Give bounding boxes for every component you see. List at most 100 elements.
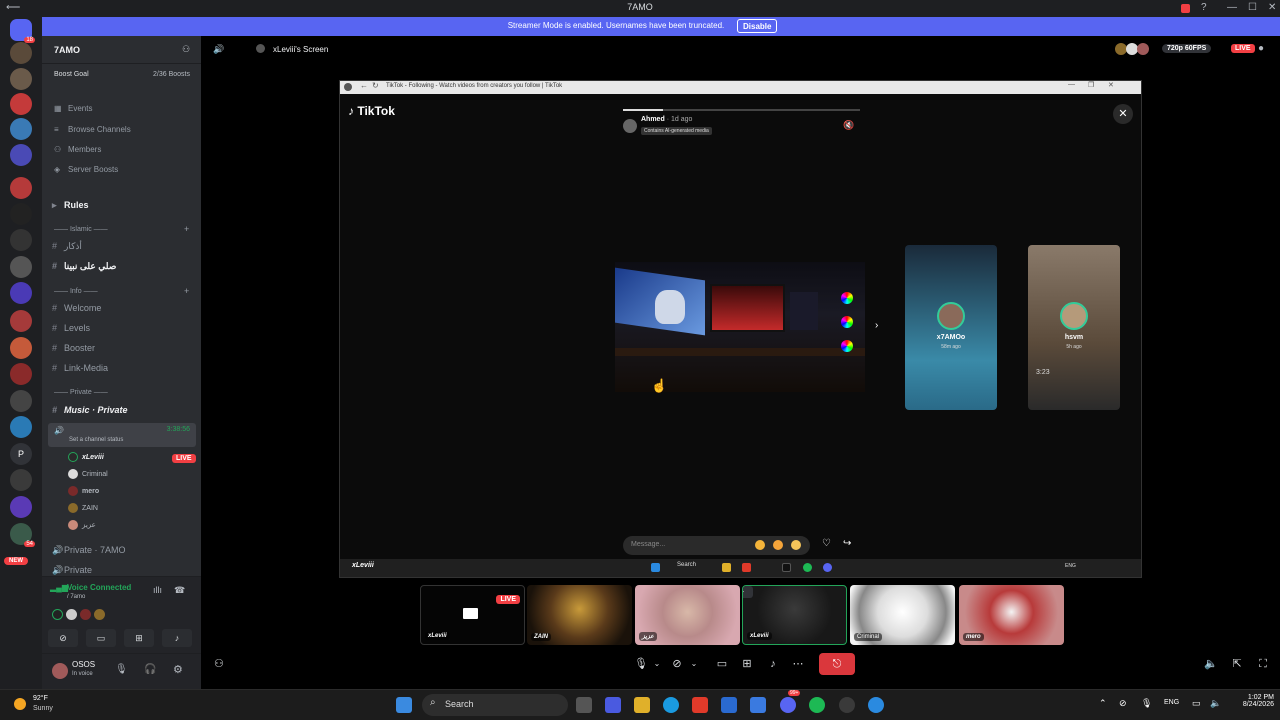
participant-tile[interactable]: LIVE xLeviii	[420, 585, 525, 645]
display-icon[interactable]: ▭	[1192, 698, 1201, 709]
category-private[interactable]: —— Private ——	[54, 389, 108, 396]
add-member-icon[interactable]: ⚇	[182, 44, 190, 55]
server-icon[interactable]	[10, 496, 32, 518]
camera-off-button[interactable]: ⊘	[48, 629, 78, 647]
server-icon[interactable]	[10, 337, 32, 359]
boost-goal[interactable]: Boost Goal 2/36 Boosts	[50, 69, 194, 83]
microphone-icon[interactable]: 🎙	[1141, 698, 1152, 709]
activities-icon[interactable]: ⊞	[740, 654, 754, 674]
server-icon[interactable]	[10, 282, 32, 304]
app-icon[interactable]	[868, 697, 884, 713]
video-player[interactable]	[615, 262, 865, 392]
category-info[interactable]: —— Info ——	[54, 288, 98, 295]
channel-private-7amo[interactable]: 🔊Private · 7AMO	[52, 545, 126, 556]
noise-suppression-icon[interactable]: ıllı	[153, 585, 162, 595]
mute-icon[interactable]: 🔇	[843, 120, 854, 131]
popout-icon[interactable]: ⇱	[1230, 654, 1244, 674]
post-author[interactable]: Ahmed · 1d ago Contains AI-generated med…	[623, 116, 863, 136]
volume-icon[interactable]: 🔈	[1204, 654, 1218, 674]
voice-user[interactable]: Criminal	[68, 469, 108, 481]
screen-share-icon[interactable]: ▭	[715, 654, 729, 674]
server-icon[interactable]	[10, 93, 32, 115]
server-icon[interactable]: 54	[10, 523, 35, 547]
server-icon[interactable]	[10, 363, 32, 385]
participant-tile[interactable]: ZAIN	[527, 585, 632, 645]
story-card[interactable]: hsvm 5h ago 3:23	[1028, 245, 1120, 410]
voice-user[interactable]: عزيز	[68, 520, 96, 532]
channel-link-media[interactable]: # Link-Media	[52, 363, 108, 373]
participant-tile[interactable]: mero	[959, 585, 1064, 645]
soundboard-icon[interactable]: ♪	[766, 654, 780, 674]
restore-icon[interactable]: ❐	[1088, 81, 1094, 89]
channel-booster[interactable]: # Booster	[52, 343, 95, 353]
emoji-laugh-icon[interactable]	[773, 540, 783, 550]
outlook-icon[interactable]	[750, 697, 766, 713]
shared-screen[interactable]: ← ↻ TikTok - Following - Watch videos fr…	[339, 80, 1142, 578]
channel-music-private[interactable]: # Music · Private	[52, 405, 128, 415]
participant-tile[interactable]: Criminal	[850, 585, 955, 645]
add-channel-icon[interactable]: +	[184, 286, 189, 296]
close-button[interactable]: ✕	[1268, 2, 1276, 13]
nav-members[interactable]: ⚇ Members	[54, 145, 101, 154]
minimize-icon[interactable]: —	[1068, 81, 1075, 88]
channel-private[interactable]: 🔊Private	[52, 565, 92, 576]
tiktok-logo[interactable]: ♪ TikTok	[348, 104, 395, 118]
edge-icon[interactable]	[663, 697, 679, 713]
more-options-icon[interactable]: ⋯	[791, 654, 805, 674]
discord-icon[interactable]: 99+	[780, 690, 801, 713]
next-arrow-icon[interactable]: ›	[875, 320, 878, 331]
server-icon[interactable]	[10, 68, 32, 90]
server-icon[interactable]	[10, 177, 32, 199]
obs-icon[interactable]	[839, 697, 855, 713]
server-icon[interactable]	[10, 256, 32, 278]
invite-icon[interactable]: ⚇	[214, 654, 224, 674]
settings-gear-icon[interactable]: ⚙	[173, 663, 183, 676]
inbox-icon[interactable]	[1181, 4, 1190, 13]
camera-off-icon[interactable]: ⊘	[670, 654, 684, 674]
viewer-avatar[interactable]	[1137, 43, 1149, 55]
chevron-down-icon[interactable]: ⌄	[743, 586, 753, 598]
help-icon[interactable]: ?	[1201, 2, 1207, 13]
server-icon[interactable]	[10, 118, 32, 140]
participant-tile[interactable]: ⌄ xLeviii	[742, 585, 847, 645]
microphone-icon[interactable]: 🎙	[634, 654, 648, 674]
spotify-icon[interactable]	[809, 697, 825, 713]
task-view-icon[interactable]	[576, 697, 592, 713]
brave-icon[interactable]	[692, 697, 708, 713]
network-icon[interactable]: ⊘	[1119, 698, 1127, 709]
user-avatar[interactable]	[52, 663, 68, 679]
server-icon[interactable]	[10, 144, 32, 166]
chat-icon[interactable]: ●	[1258, 43, 1264, 54]
language-indicator[interactable]: ENG	[1164, 699, 1179, 706]
voice-user[interactable]: mero	[68, 486, 99, 498]
voice-user[interactable]: xLeviii	[68, 452, 104, 464]
close-icon[interactable]: ✕	[1113, 104, 1133, 124]
taskbar-search[interactable]: ⌕ Search	[422, 694, 568, 716]
file-explorer-icon[interactable]	[634, 697, 650, 713]
participant-tile[interactable]: عزيز	[635, 585, 740, 645]
chevron-down-icon[interactable]: ⌄	[652, 654, 662, 674]
voice-connected-status[interactable]: Voice Connected	[67, 583, 131, 592]
screen-share-button[interactable]: ▭	[86, 629, 116, 647]
back-arrow-icon[interactable]: ←	[360, 81, 368, 90]
channel-rules[interactable]: ▸ Rules	[52, 200, 89, 211]
maximize-button[interactable]: ☐	[1248, 2, 1257, 13]
server-icon[interactable]	[10, 416, 32, 438]
refresh-icon[interactable]: ↻	[372, 81, 379, 90]
channel-salli[interactable]: # صلي على نبينا	[52, 261, 116, 272]
server-icon-letter[interactable]: P	[10, 443, 32, 465]
activities-button[interactable]: ⊞	[124, 629, 154, 647]
fullscreen-icon[interactable]: ⛶	[1256, 654, 1270, 674]
server-icon[interactable]	[10, 469, 32, 491]
active-voice-channel[interactable]: 🔊 3:38:56 Set a channel status	[48, 423, 196, 447]
minimize-button[interactable]: —	[1227, 2, 1237, 13]
category-islamic[interactable]: —— Islamic ——	[54, 226, 108, 233]
share-icon[interactable]: ↪	[843, 538, 851, 549]
chevron-up-icon[interactable]: ⌃	[1099, 698, 1107, 709]
headphones-icon[interactable]: 🎧	[144, 664, 156, 675]
server-icon[interactable]	[10, 203, 32, 225]
soundboard-button[interactable]: ♪	[162, 629, 192, 647]
story-card[interactable]: x7AMOo 58m ago	[905, 245, 997, 410]
server-icon[interactable]	[10, 229, 32, 251]
close-icon[interactable]: ✕	[1108, 81, 1114, 89]
